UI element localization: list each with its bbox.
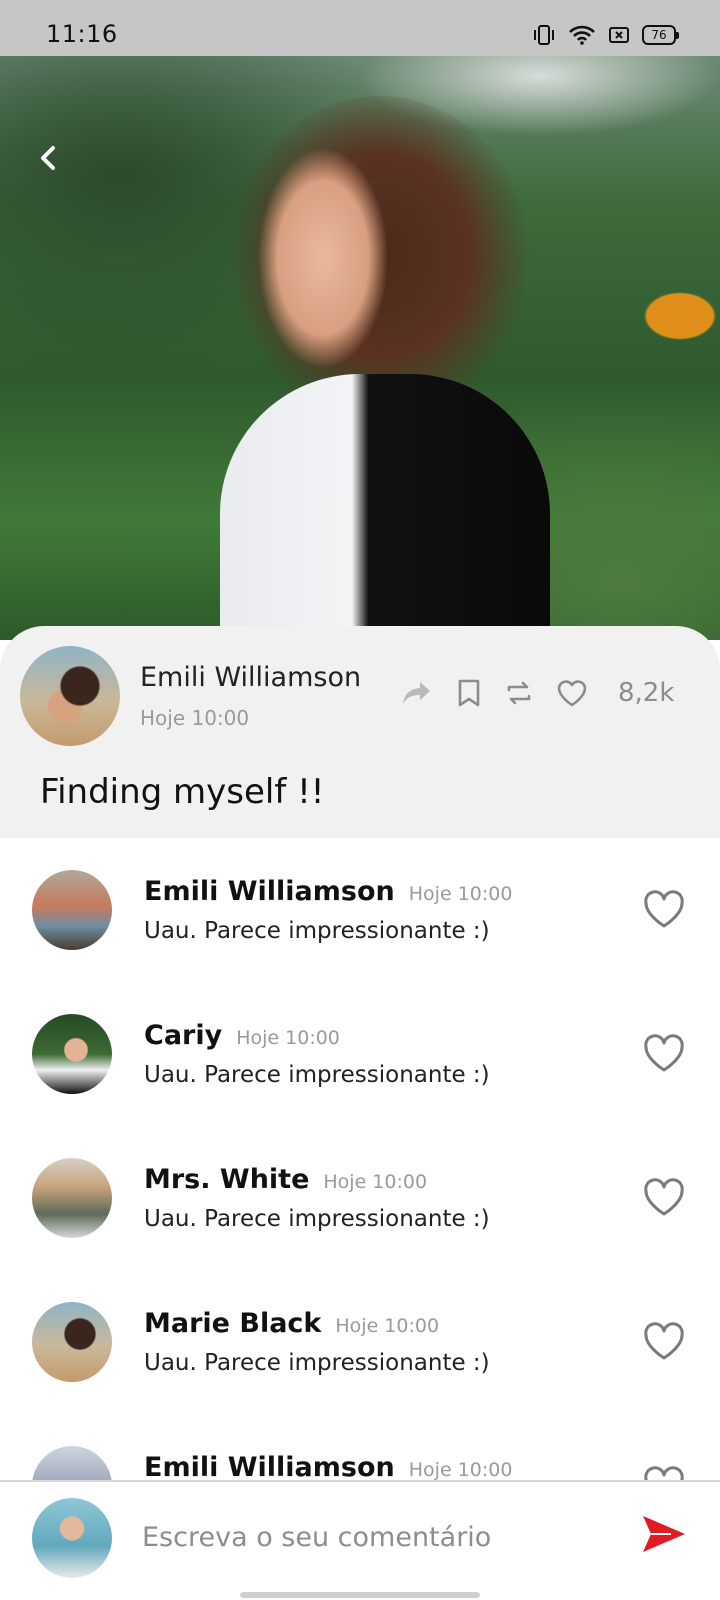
author-avatar[interactable] [20, 646, 120, 746]
like-count: 8,2k [618, 678, 675, 708]
comment-avatar[interactable] [32, 1302, 112, 1382]
back-button[interactable] [30, 140, 66, 176]
repeat-icon[interactable] [504, 678, 534, 708]
status-icons: 76 [532, 22, 679, 48]
comment-time: Hoje 10:00 [408, 1459, 513, 1480]
post-card: Emili Williamson Hoje 10:00 8,2k Finding… [0, 626, 720, 838]
comment-input[interactable] [142, 1512, 602, 1562]
status-bar: 11:16 76 [0, 0, 720, 56]
heart-icon[interactable] [642, 1322, 686, 1362]
send-icon[interactable] [640, 1512, 688, 1556]
heart-icon[interactable] [642, 1034, 686, 1074]
heart-icon[interactable] [642, 890, 686, 930]
comment-text: Uau. Parece impressionante :) [144, 1350, 490, 1376]
post-time: Hoje 10:00 [140, 706, 250, 730]
comment-composer [0, 1480, 720, 1600]
comment-text: Uau. Parece impressionante :) [144, 918, 490, 944]
comment-item: Emili Williamson Hoje 10:00 Uau. Parece i… [0, 838, 720, 982]
home-indicator[interactable] [240, 1592, 480, 1598]
wifi-icon [569, 25, 595, 45]
comment-text: Uau. Parece impressionante :) [144, 1062, 490, 1088]
comment-item: Emili Williamson Hoje 10:00 [0, 1414, 720, 1480]
post-title: Finding myself !! [40, 772, 325, 812]
post-actions: 8,2k [400, 678, 674, 708]
current-user-avatar[interactable] [32, 1498, 112, 1578]
comment-item: Mrs. White Hoje 10:00 Uau. Parece impress… [0, 1126, 720, 1270]
chevron-left-icon [41, 146, 55, 170]
battery-icon: 76 [642, 25, 679, 45]
share-arrow-icon[interactable] [400, 678, 434, 708]
comment-time: Hoje 10:00 [408, 883, 513, 905]
vibrate-icon [534, 25, 554, 45]
comment-author[interactable]: Marie Black Hoje 10:00 [144, 1308, 439, 1339]
comment-author[interactable]: Cariy Hoje 10:00 [144, 1020, 340, 1051]
heart-icon[interactable] [642, 1178, 686, 1218]
comment-text: Uau. Parece impressionante :) [144, 1206, 490, 1232]
post-photo [0, 56, 720, 640]
comment-avatar[interactable] [32, 870, 112, 950]
heart-icon[interactable] [556, 678, 588, 708]
comments-list: Emili Williamson Hoje 10:00 Uau. Parece i… [0, 838, 720, 1480]
sim-off-icon [609, 27, 629, 43]
comment-time: Hoje 10:00 [236, 1027, 340, 1049]
heart-icon[interactable] [642, 1466, 686, 1480]
bookmark-icon[interactable] [456, 678, 482, 708]
status-time: 11:16 [46, 20, 118, 48]
comment-avatar[interactable] [32, 1014, 112, 1094]
comment-author[interactable]: Emili Williamson Hoje 10:00 [144, 1452, 512, 1480]
comment-author[interactable]: Mrs. White Hoje 10:00 [144, 1164, 427, 1195]
comment-time: Hoje 10:00 [335, 1315, 440, 1337]
comment-item: Cariy Hoje 10:00 Uau. Parece impressionan… [0, 982, 720, 1126]
comment-time: Hoje 10:00 [323, 1171, 428, 1193]
author-name[interactable]: Emili Williamson [140, 662, 361, 693]
comment-author[interactable]: Emili Williamson Hoje 10:00 [144, 876, 512, 907]
comment-item: Marie Black Hoje 10:00 Uau. Parece impres… [0, 1270, 720, 1414]
comment-avatar[interactable] [32, 1158, 112, 1238]
comment-avatar[interactable] [32, 1446, 112, 1480]
